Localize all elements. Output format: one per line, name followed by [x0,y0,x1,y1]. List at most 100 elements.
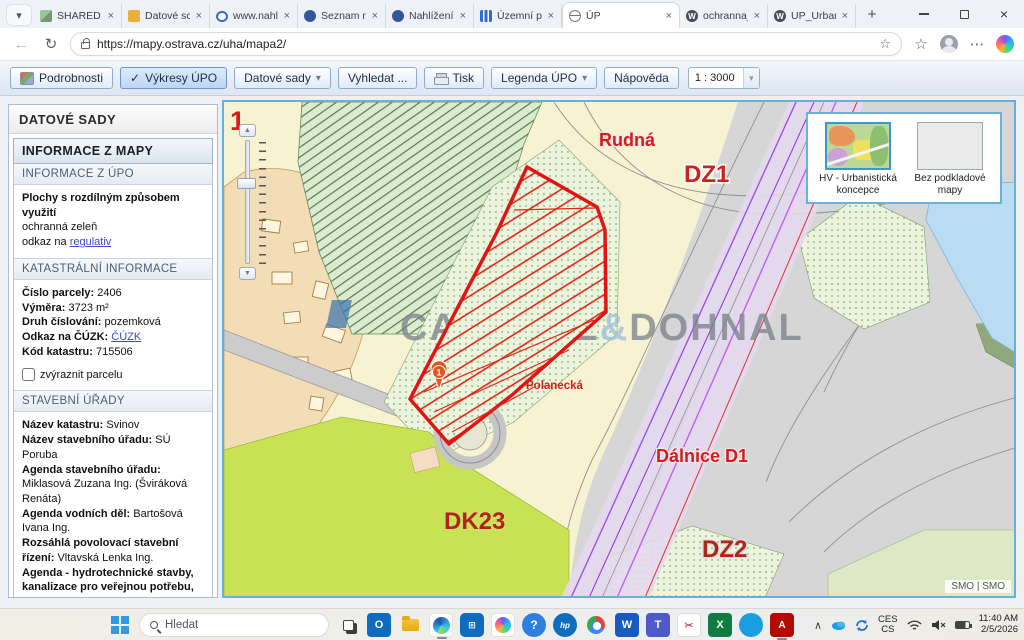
info-row: Výměra: 3723 m² [22,301,204,316]
tab-overflow-button[interactable]: ▾ [6,4,32,26]
map-viewport[interactable]: CARROLL&DOHNAL [222,100,1016,598]
section-body-urady: Název katastru: Svinov Název stavebního … [14,412,212,597]
cuzk-link[interactable]: ČÚZK [111,331,141,343]
folder-icon [402,619,419,631]
datove-sady-button[interactable]: Datové sady▾ [234,67,331,89]
zoom-slider[interactable]: ▲ ▼ [236,124,266,280]
close-icon[interactable]: × [665,10,673,22]
outlook-app-icon[interactable]: O [367,613,391,637]
info-row: Kód katastru: 715506 [22,345,204,360]
tab-up-urbanismus[interactable]: WUP_Urbanismu× [768,4,856,28]
battery-icon[interactable] [955,621,970,629]
address-bar[interactable]: https://mapy.ostrava.cz/uha/mapa2/ ☆ [70,32,902,56]
dz1-label: DZ1 [684,161,729,188]
help-app-icon[interactable]: ? [522,613,546,637]
highlight-parcel-checkbox[interactable] [22,368,35,381]
wifi-icon[interactable] [907,619,922,631]
edge-app-icon[interactable] [429,613,453,637]
close-icon[interactable]: × [841,10,849,22]
basemap-thumbnail[interactable] [825,122,891,170]
vyhledat-button[interactable]: Vyhledat ... [338,67,418,89]
close-icon[interactable]: × [371,10,379,22]
new-tab-button[interactable]: + [860,2,884,26]
chrome-app-icon[interactable] [584,613,608,637]
tab-shared-list[interactable]: SHARED LIST (× [34,4,122,28]
tab-up-active[interactable]: ÚP× [562,2,680,28]
tab-favicon-icon [216,11,228,22]
zoom-thumb[interactable] [237,178,256,189]
regulativ-link[interactable]: regulativ [70,236,112,248]
restore-button[interactable] [944,0,984,28]
tab-nahlizeni[interactable]: www.nahlizen× [210,4,298,28]
info-pair: Rozsáhlá povolovací stavební řízení: Vlt… [22,537,179,564]
lock-icon [81,42,90,49]
zoom-out-button[interactable]: ▼ [239,267,256,280]
tab-datove-schranky[interactable]: Datové schrán× [122,4,210,28]
tab-uzemni-plan[interactable]: Územní plán (× [474,4,562,28]
tab-seznam-nemovitosti[interactable]: Seznam nemo× [298,4,386,28]
podrobnosti-button[interactable]: Podrobnosti [10,67,113,89]
windows-logo-icon [111,616,129,634]
refresh-icon[interactable]: ↻ [40,35,62,53]
taskbar-search[interactable]: Hledat [139,613,329,637]
copilot-app-icon[interactable] [491,613,515,637]
scale-select[interactable]: 1 : 3000 ▾ [688,67,760,89]
zoom-in-button[interactable]: ▲ [239,124,256,137]
onedrive-icon[interactable] [831,619,846,631]
highlight-parcel-row: zvýraznit parcelu [22,368,204,383]
tab-nahlizeni-katastr[interactable]: Nahlížení do k× [386,4,474,28]
printer-icon [434,73,447,84]
page-content: DATOVÉ SADY INFORMACE Z MAPY INFORMACE Z… [0,96,1024,608]
file-explorer-icon[interactable] [398,613,422,637]
back-icon[interactable]: ← [10,36,32,53]
checkbox-label: zvýraznit parcelu [40,368,123,383]
profile-avatar[interactable] [940,35,958,53]
window-controls: × [904,0,1024,28]
napoveda-button[interactable]: Nápověda [604,67,679,89]
plocha-value: ochranná zeleň [22,221,97,233]
excel-app-icon[interactable]: X [708,613,732,637]
teams-app-icon[interactable]: T [646,613,670,637]
basemap-thumbnail[interactable] [917,122,983,170]
tab-ochranna-zelen[interactable]: Wochranna_zele× [680,4,768,28]
blue-circle-app-icon[interactable] [739,613,763,637]
system-tray: ∧ CESCS 11:40 AM2/5/2026 [814,609,1018,640]
chevron-down-icon[interactable]: ▾ [743,68,759,88]
zoom-track[interactable] [245,140,250,264]
copilot-icon[interactable] [996,35,1014,53]
close-window-button[interactable]: × [984,0,1024,28]
start-button[interactable] [108,613,132,637]
close-icon[interactable]: × [283,10,291,22]
close-icon[interactable]: × [107,10,115,22]
menu-dots-icon[interactable]: ⋯ [966,35,988,53]
close-icon[interactable]: × [195,10,203,22]
volume-muted-icon[interactable] [931,619,946,631]
edge-logo-icon [433,617,450,634]
map-attribution[interactable]: SMO | SMO [945,580,1011,593]
bookmark-star-icon[interactable]: ☆ [879,36,891,52]
minimize-button[interactable] [904,0,944,28]
language-indicator[interactable]: CESCS [878,615,898,635]
acrobat-app-icon[interactable]: A [770,613,794,637]
vykresy-upo-button[interactable]: ✓Výkresy ÚPO [120,67,227,89]
collections-icon[interactable]: ☆ [910,35,932,53]
tisk-button[interactable]: Tisk [424,67,484,89]
tab-favicon-icon [40,10,52,22]
microsoft-store-icon[interactable]: ⊞ [460,613,484,637]
hp-app-icon[interactable]: hp [553,613,577,637]
word-app-icon[interactable]: W [615,613,639,637]
tray-chevron-up-icon[interactable]: ∧ [814,619,822,632]
close-icon[interactable]: × [547,10,555,22]
close-icon[interactable]: × [753,10,761,22]
close-icon[interactable]: × [459,10,467,22]
basemap-hv-urbanisticka[interactable]: HV - Urbanistická koncepce [818,122,898,196]
copilot-logo-icon [495,617,511,633]
tray-clock[interactable]: 11:40 AM2/5/2026 [979,614,1018,636]
legenda-upo-button[interactable]: Legenda ÚPO▾ [491,67,597,89]
task-view-button[interactable] [336,613,360,637]
basemap-bez-podkladu[interactable]: Bez podkladové mapy [910,122,990,196]
sync-icon[interactable] [855,619,869,632]
snipping-tool-icon[interactable]: ✂ [677,613,701,637]
url-text[interactable]: https://mapy.ostrava.cz/uha/mapa2/ [97,37,872,51]
rudna-label: Rudná [599,130,656,150]
